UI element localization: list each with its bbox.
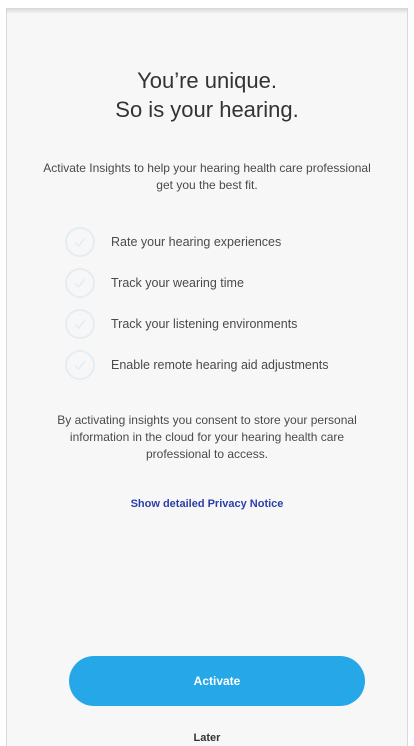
checkmark-icon (65, 227, 95, 257)
feature-label: Rate your hearing experiences (111, 235, 282, 249)
page-title: You’re unique. So is your hearing. (7, 66, 407, 124)
checkmark-icon (65, 350, 95, 380)
checkmark-icon (65, 309, 95, 339)
feature-item: Track your wearing time (65, 263, 405, 303)
feature-item: Enable remote hearing aid adjustments (65, 345, 405, 385)
consent-text: By activating insights you consent to st… (57, 413, 357, 461)
feature-list: Rate your hearing experiences Track your… (65, 222, 405, 386)
top-shadow (6, 8, 408, 14)
title-line-1: You’re unique. (137, 68, 277, 93)
feature-item: Rate your hearing experiences (65, 222, 405, 262)
feature-item: Track your listening environments (65, 304, 405, 344)
privacy-notice-link[interactable]: Show detailed Privacy Notice (7, 496, 407, 512)
insights-card: You’re unique. So is your hearing. Activ… (6, 8, 408, 746)
top-bar (0, 0, 414, 8)
intro-text: Activate Insights to help your hearing h… (43, 161, 371, 192)
feature-label: Track your listening environments (111, 317, 298, 331)
feature-label: Track your wearing time (111, 276, 244, 290)
later-button[interactable]: Later (7, 731, 407, 745)
title-line-2: So is your hearing. (115, 97, 299, 122)
feature-label: Enable remote hearing aid adjustments (111, 358, 329, 372)
checkmark-icon (65, 268, 95, 298)
activate-button[interactable]: Activate (69, 656, 365, 706)
